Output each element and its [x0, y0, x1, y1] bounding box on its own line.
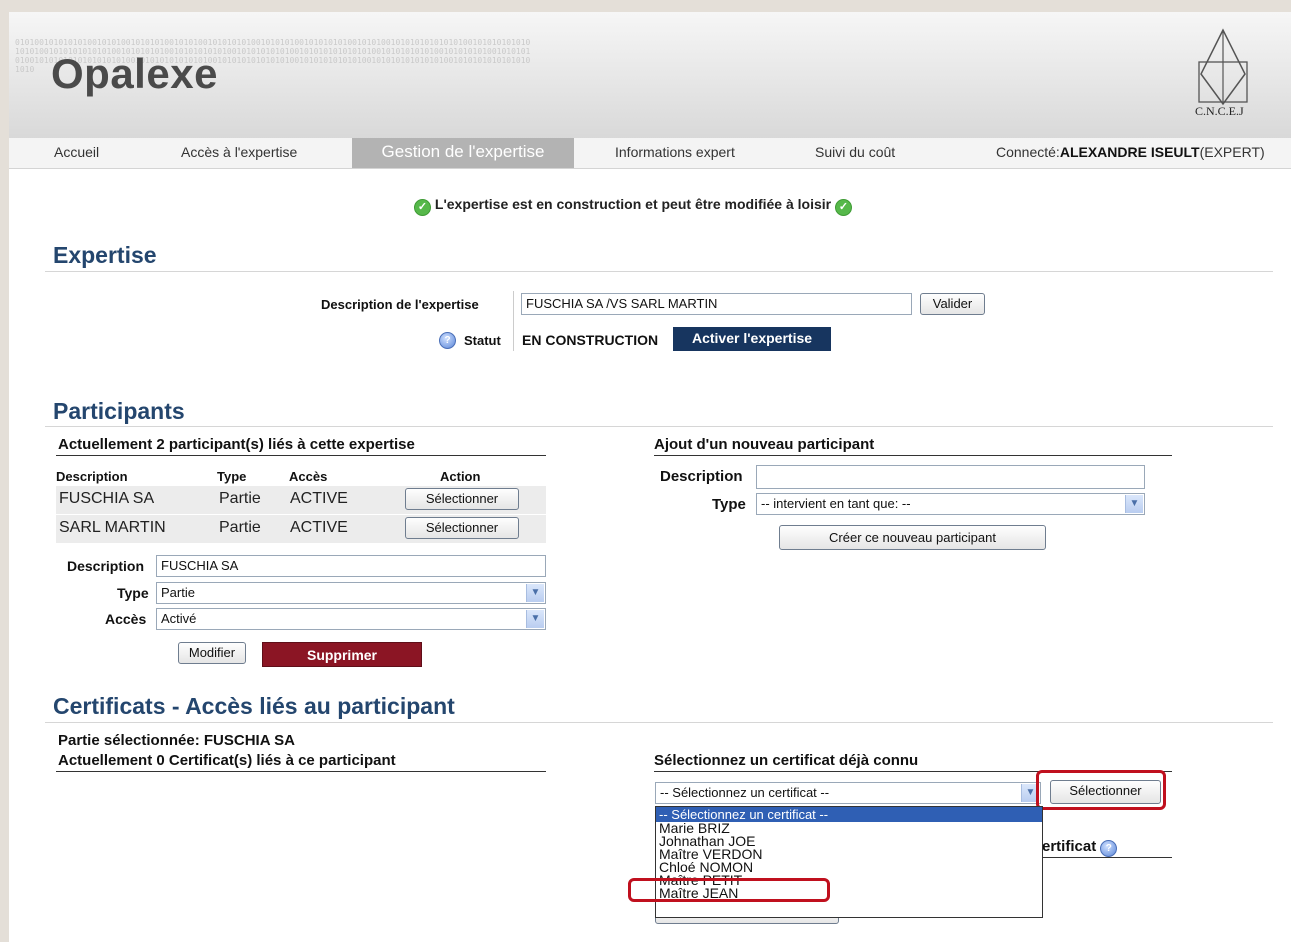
highlight-box	[628, 878, 830, 902]
edit-description-label: Description	[67, 558, 145, 574]
participant-type: Partie	[219, 490, 261, 507]
description-label: Description de l'expertise	[321, 297, 479, 312]
select-participant-button[interactable]: Sélectionner	[405, 517, 519, 539]
edit-description-input[interactable]: FUSCHIA SA	[156, 555, 546, 577]
validate-button[interactable]: Valider	[920, 293, 985, 315]
main-nav: Accueil Accès à l'expertise Gestion de l…	[9, 138, 1291, 169]
nav-suivi-cout[interactable]: Suivi du coût	[815, 144, 895, 160]
certificate-select[interactable]: -- Sélectionnez un certificat -- ▼	[655, 782, 1041, 804]
edit-access-select[interactable]: Activé ▼	[156, 608, 546, 630]
section-divider	[45, 271, 1273, 272]
selected-party: Partie sélectionnée: FUSCHIA SA	[58, 732, 296, 749]
chevron-down-icon[interactable]: ▼	[1125, 495, 1143, 513]
status-label: Statut	[464, 333, 501, 348]
status-message: ✓ L'expertise est en construction et peu…	[414, 196, 852, 216]
new-participant-heading: Ajout d'un nouveau participant	[654, 436, 875, 453]
chevron-down-icon[interactable]: ▼	[526, 584, 544, 602]
dropdown-option[interactable]: Maître VERDON	[656, 848, 1042, 861]
table-row: SARL MARTIN Partie ACTIVE Sélectionner	[56, 515, 546, 543]
heading-underline	[56, 771, 546, 772]
dropdown-option[interactable]: Marie BRIZ	[656, 822, 1042, 835]
nav-accueil[interactable]: Accueil	[54, 144, 99, 160]
nav-acces-expertise[interactable]: Accès à l'expertise	[181, 144, 297, 160]
dropdown-option[interactable]: -- Sélectionnez un certificat --	[656, 807, 1042, 822]
dropdown-option[interactable]: Chloé NOMON	[656, 861, 1042, 874]
participant-type: Partie	[219, 519, 261, 536]
nav-gestion-expertise[interactable]: Gestion de l'expertise	[352, 138, 574, 168]
check-icon: ✓	[835, 199, 852, 216]
select-participant-button[interactable]: Sélectionner	[405, 488, 519, 510]
activate-expertise-button[interactable]: Activer l'expertise	[673, 327, 831, 351]
highlight-box	[1036, 770, 1166, 810]
nav-informations-expert[interactable]: Informations expert	[615, 144, 735, 160]
heading-underline	[654, 455, 1172, 456]
app-header: 0101001010101010010101001010101001010100…	[9, 12, 1291, 140]
help-icon[interactable]: ?	[1100, 840, 1118, 857]
edit-access-label: Accès	[105, 611, 147, 627]
dropdown-option[interactable]: Johnathan JOE	[656, 835, 1042, 848]
new-type-label: Type	[712, 496, 746, 513]
certificates-count: Actuellement 0 Certificat(s) liés à ce p…	[58, 752, 396, 769]
connected-user: Connecté:ALEXANDRE ISEULT(EXPERT)	[996, 144, 1265, 160]
section-divider	[45, 722, 1273, 723]
new-description-input[interactable]	[756, 465, 1145, 489]
help-icon[interactable]: ?	[439, 330, 456, 349]
new-description-label: Description	[660, 468, 743, 485]
modify-button[interactable]: Modifier	[178, 642, 246, 664]
participant-description: SARL MARTIN	[59, 519, 166, 536]
section-title-certificats: Certificats - Accès liés au participant	[53, 693, 455, 719]
participant-access: ACTIVE	[290, 490, 348, 507]
page: 0101001010101010010101001010101001010100…	[9, 12, 1291, 942]
col-type: Type	[217, 469, 247, 484]
section-title-participants: Participants	[53, 398, 185, 424]
logo-label: C.N.C.E.J	[1195, 104, 1244, 118]
section-divider	[45, 426, 1273, 427]
participant-description: FUSCHIA SA	[59, 490, 155, 507]
col-acces: Accès	[289, 469, 328, 484]
new-type-select[interactable]: -- intervient en tant que: -- ▼	[756, 493, 1145, 515]
select-certificate-heading: Sélectionnez un certificat déjà connu	[654, 752, 919, 769]
edit-type-label: Type	[117, 585, 149, 601]
participants-count-heading: Actuellement 2 participant(s) liés à cet…	[58, 436, 415, 453]
form-divider	[513, 291, 514, 351]
status-value: EN CONSTRUCTION	[522, 332, 659, 348]
section-title-expertise: Expertise	[53, 242, 157, 268]
table-row: FUSCHIA SA Partie ACTIVE Sélectionner	[56, 486, 546, 514]
connected-user-name: ALEXANDRE ISEULT	[1059, 144, 1200, 160]
app-title: Opalexe	[51, 50, 218, 97]
edit-type-select[interactable]: Partie ▼	[156, 582, 546, 604]
participant-access: ACTIVE	[290, 519, 348, 536]
heading-underline	[1042, 857, 1172, 858]
col-description: Description	[56, 469, 128, 484]
heading-underline	[56, 455, 546, 456]
col-action: Action	[440, 469, 481, 484]
expertise-description-input[interactable]: FUSCHIA SA /VS SARL MARTIN	[521, 293, 912, 315]
create-participant-button[interactable]: Créer ce nouveau participant	[779, 525, 1046, 550]
partial-certificate-heading: ertificat ?	[1042, 838, 1118, 857]
check-icon: ✓	[414, 199, 431, 216]
chevron-down-icon[interactable]: ▼	[526, 610, 544, 628]
delete-button[interactable]: Supprimer	[262, 642, 422, 667]
